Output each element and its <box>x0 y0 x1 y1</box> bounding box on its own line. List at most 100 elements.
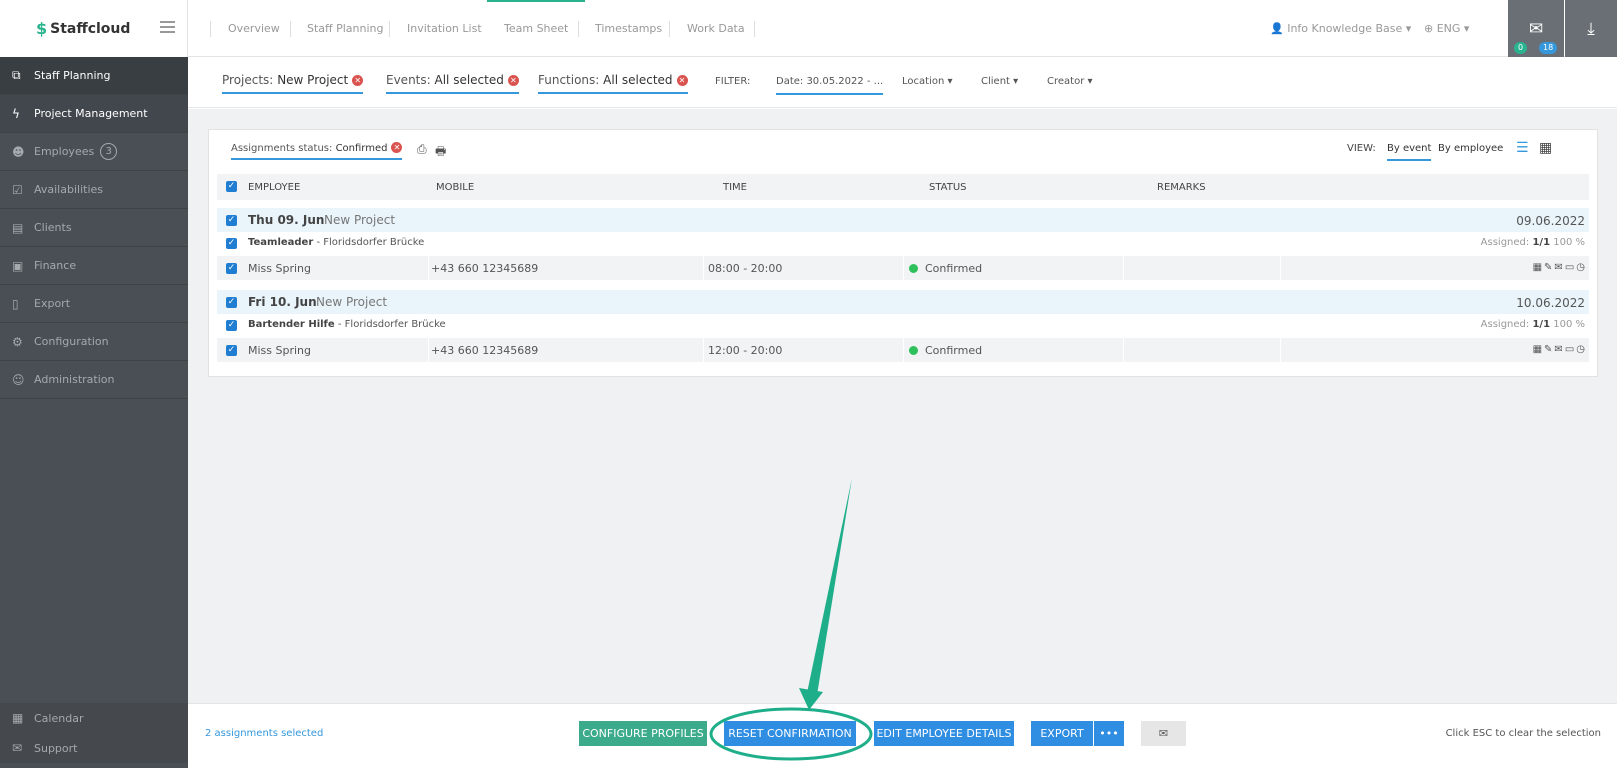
function-checkbox[interactable]: ✓ <box>226 238 237 249</box>
column-divider <box>1123 256 1124 280</box>
tab-overview[interactable]: Overview <box>228 0 280 57</box>
row-actions: ▦✎✉▭◷ <box>1533 344 1587 355</box>
sidebar-item-export[interactable]: ▯ Export <box>0 285 188 323</box>
employee-mobile: +43 660 12345689 <box>431 344 539 357</box>
employee-mobile: +43 660 12345689 <box>431 262 539 275</box>
sidebar-item-administration[interactable]: ☺ Administration <box>0 361 188 399</box>
sidebar-item-configuration[interactable]: ⚙ Configuration <box>0 323 188 361</box>
sidebar-item-employees[interactable]: ☻ Employees 3 <box>0 133 188 171</box>
list-view-icon[interactable]: ☰ <box>1516 140 1529 156</box>
bolt-icon: ϟ <box>12 106 20 121</box>
view-by-employee[interactable]: By employee <box>1438 143 1503 154</box>
logo: $ Staffcloud <box>0 0 188 57</box>
print-icon[interactable]: 🖶 <box>435 142 446 163</box>
assigned-label: Assigned: <box>1480 237 1530 248</box>
tab-invitation-list[interactable]: Invitation List <box>407 0 482 57</box>
user-menu[interactable]: 👤 Info Knowledge Base ▾ <box>1270 0 1411 57</box>
tab-separator <box>389 21 390 37</box>
assignments-status-filter[interactable]: Assignments status: Confirmed ✕ <box>231 142 403 160</box>
sidebar-item-finance[interactable]: ▣ Finance <box>0 247 188 285</box>
table-row[interactable]: ✓ Miss Spring +43 660 12345689 12:00 - 2… <box>217 338 1589 362</box>
escape-hint: Click ESC to clear the selection <box>1445 728 1601 739</box>
id-card-icon[interactable]: ▭ <box>1565 344 1576 355</box>
grid-view-icon[interactable]: ▦ <box>1539 140 1552 156</box>
more-options-button[interactable]: ••• <box>1094 721 1124 746</box>
filter-label: FILTER: <box>715 76 751 87</box>
team-sheet-panel: Assignments status: Confirmed ✕ ⎙ 🖶 VIEW:… <box>208 129 1598 377</box>
table-row[interactable]: ✓ Miss Spring +43 660 12345689 08:00 - 2… <box>217 256 1589 280</box>
function-checkbox[interactable]: ✓ <box>226 320 237 331</box>
edit-employee-details-button[interactable]: EDIT EMPLOYEE DETAILS <box>874 721 1014 746</box>
selection-count: 2 assignments selected <box>205 728 324 739</box>
sidebar-item-clients[interactable]: ▤ Clients <box>0 209 188 247</box>
select-all-checkbox[interactable]: ✓ <box>226 181 237 192</box>
employee-name: Miss Spring <box>248 262 312 275</box>
row-checkbox[interactable]: ✓ <box>226 345 237 356</box>
column-employee[interactable]: EMPLOYEE <box>248 182 300 193</box>
projects-filter[interactable]: Projects: New Project ✕ <box>222 73 364 94</box>
status-dot-icon <box>909 264 918 273</box>
function-location: - Floridsdorfer Brücke <box>316 237 425 248</box>
email-button[interactable]: ✉ <box>1141 721 1186 746</box>
download-button[interactable]: ⤓ <box>1565 0 1617 57</box>
sitemap-icon: ⧉ <box>12 68 21 82</box>
language-menu[interactable]: ⊕ ENG ▾ <box>1424 0 1469 57</box>
column-divider <box>1280 338 1281 362</box>
event-checkbox[interactable]: ✓ <box>226 215 237 226</box>
sidebar-item-availabilities[interactable]: ☑ Availabilities <box>0 171 188 209</box>
assigned-count: 1/1 <box>1532 319 1551 330</box>
sidebar-item-calendar[interactable]: ▦ Calendar <box>0 703 188 733</box>
view-by-event[interactable]: By event <box>1387 143 1432 161</box>
id-card-icon[interactable]: ▭ <box>1565 262 1576 273</box>
sidebar-item-project-management[interactable]: ϟ Project Management <box>0 95 188 133</box>
column-time[interactable]: TIME <box>723 182 747 193</box>
events-filter[interactable]: Events: All selected ✕ <box>386 73 519 94</box>
tab-team-sheet[interactable]: Team Sheet <box>487 0 586 57</box>
edit-icon[interactable]: ✎ <box>1544 262 1554 273</box>
row-checkbox[interactable]: ✓ <box>226 263 237 274</box>
sidebar-item-support[interactable]: ✉ Support <box>0 733 188 763</box>
column-status[interactable]: STATUS <box>929 182 967 193</box>
export-button[interactable]: EXPORT <box>1031 721 1093 746</box>
configure-profiles-button[interactable]: CONFIGURE PROFILES <box>579 721 707 746</box>
calendar-icon[interactable]: ▦ <box>1533 344 1544 355</box>
function-row: ✓ Bartender Hilfe - Floridsdorfer Brücke… <box>217 315 1589 337</box>
column-remarks[interactable]: REMARKS <box>1157 182 1206 193</box>
client-filter[interactable]: Client ▾ <box>981 76 1018 87</box>
creator-filter[interactable]: Creator ▾ <box>1047 76 1093 87</box>
sidebar-item-staff-planning[interactable]: ⧉ Staff Planning <box>0 57 188 95</box>
tab-timestamps[interactable]: Timestamps <box>595 0 662 57</box>
column-divider <box>1123 338 1124 362</box>
functions-filter[interactable]: Functions: All selected ✕ <box>538 73 688 94</box>
clear-functions-icon[interactable]: ✕ <box>676 75 688 86</box>
clear-events-icon[interactable]: ✕ <box>507 75 519 86</box>
user-icon: 👤 <box>1270 22 1284 35</box>
edit-icon[interactable]: ✎ <box>1544 344 1554 355</box>
envelope-icon[interactable]: ✉ <box>1554 344 1564 355</box>
users-icon: ☻ <box>12 144 25 159</box>
hamburger-menu-icon[interactable] <box>160 21 175 36</box>
clock-icon[interactable]: ◷ <box>1576 262 1587 273</box>
caret-down-icon: ▾ <box>1463 22 1470 35</box>
column-mobile[interactable]: MOBILE <box>436 182 474 193</box>
column-divider <box>903 256 904 280</box>
clock-icon[interactable]: ◷ <box>1576 344 1587 355</box>
tab-work-data[interactable]: Work Data <box>687 0 745 57</box>
table-header: ✓ EMPLOYEE MOBILE TIME STATUS REMARKS <box>217 174 1589 200</box>
location-filter[interactable]: Location ▾ <box>902 76 953 87</box>
function-row: ✓ Teamleader - Floridsdorfer Brücke Assi… <box>217 233 1589 255</box>
calendar-icon[interactable]: ▦ <box>1533 262 1544 273</box>
function-name: Bartender Hilfe <box>248 319 335 330</box>
envelope-icon[interactable]: ✉ <box>1554 262 1564 273</box>
tab-staff-planning[interactable]: Staff Planning <box>307 0 384 57</box>
clear-projects-icon[interactable]: ✕ <box>352 75 364 86</box>
event-checkbox[interactable]: ✓ <box>226 297 237 308</box>
pdf-icon[interactable]: ⎙ <box>417 142 427 157</box>
event-group-row: ✓ Thu 09. Jun New Project 09.06.2022 <box>217 208 1589 232</box>
date-filter[interactable]: Date: 30.05.2022 - ... <box>776 76 884 95</box>
reset-confirmation-button[interactable]: RESET CONFIRMATION <box>724 721 856 746</box>
view-label: VIEW: <box>1347 143 1376 154</box>
messages-button[interactable]: ✉ 0 18 <box>1508 0 1564 57</box>
main-content: Assignments status: Confirmed ✕ ⎙ 🖶 VIEW:… <box>188 109 1617 703</box>
clear-status-icon[interactable]: ✕ <box>391 142 403 153</box>
